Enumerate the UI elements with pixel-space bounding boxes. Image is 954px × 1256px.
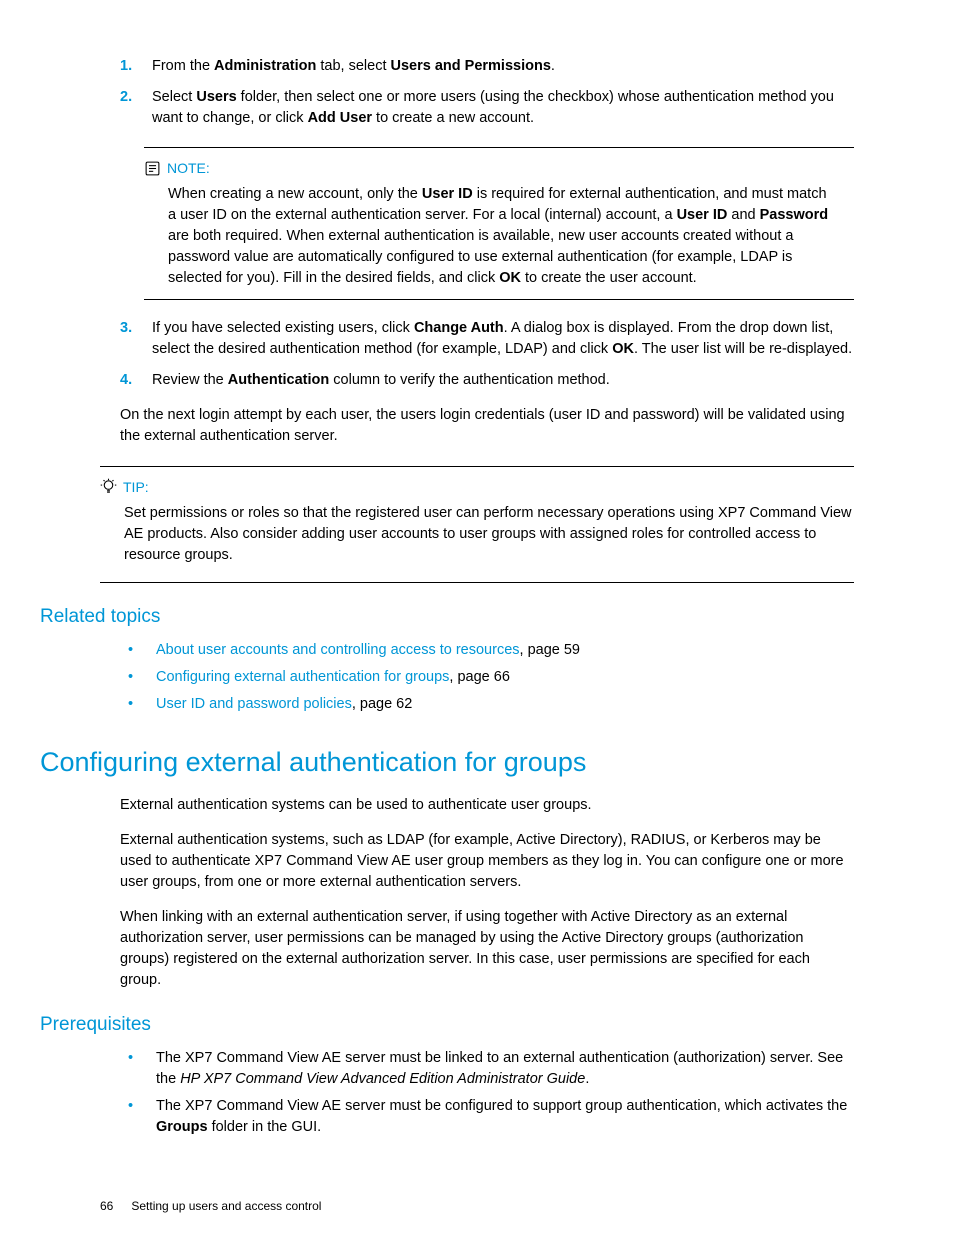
note-body: When creating a new account, only the Us… <box>144 184 834 289</box>
step-text: Review the Authentication column to veri… <box>152 370 854 391</box>
related-topics-list: • About user accounts and controlling ac… <box>100 640 854 715</box>
bullet-icon: • <box>120 694 156 715</box>
bullet-icon: • <box>120 667 156 688</box>
document-page: 1. From the Administration tab, select U… <box>0 0 954 1256</box>
related-item: • Configuring external authentication fo… <box>120 667 854 688</box>
step-text: Select Users folder, then select one or … <box>152 87 854 129</box>
step-1: 1. From the Administration tab, select U… <box>120 56 854 77</box>
prerequisites-list: • The XP7 Command View AE server must be… <box>100 1048 854 1138</box>
step-number: 1. <box>120 56 152 77</box>
step-4: 4. Review the Authentication column to v… <box>120 370 854 391</box>
related-item: • User ID and password policies, page 62 <box>120 694 854 715</box>
step-number: 3. <box>120 318 152 360</box>
related-link[interactable]: User ID and password policies <box>156 696 352 712</box>
after-steps-paragraph: On the next login attempt by each user, … <box>120 405 854 447</box>
procedure-steps-continued: 3. If you have selected existing users, … <box>120 318 854 391</box>
related-link[interactable]: About user accounts and controlling acce… <box>156 642 520 658</box>
related-topics-heading: Related topics <box>40 603 854 631</box>
note-callout: NOTE: When creating a new account, only … <box>144 147 854 300</box>
note-header: NOTE: <box>144 158 834 178</box>
procedure-steps: 1. From the Administration tab, select U… <box>120 56 854 129</box>
bullet-icon: • <box>120 1096 156 1138</box>
prereq-item: • The XP7 Command View AE server must be… <box>120 1048 854 1090</box>
section-body: External authentication systems can be u… <box>100 795 854 991</box>
step-text: From the Administration tab, select User… <box>152 56 854 77</box>
tip-label: TIP: <box>123 477 149 497</box>
related-link[interactable]: Configuring external authentication for … <box>156 669 449 685</box>
tip-callout: TIP: Set permissions or roles so that th… <box>100 466 854 583</box>
section-title: Configuring external authentication for … <box>40 743 854 782</box>
note-label: NOTE: <box>167 158 210 178</box>
content-block: 1. From the Administration tab, select U… <box>100 56 854 448</box>
section-paragraph: External authentication systems, such as… <box>120 830 854 893</box>
step-2: 2. Select Users folder, then select one … <box>120 87 854 129</box>
step-text: If you have selected existing users, cli… <box>152 318 854 360</box>
bullet-icon: • <box>120 1048 156 1090</box>
step-3: 3. If you have selected existing users, … <box>120 318 854 360</box>
section-paragraph: When linking with an external authentica… <box>120 907 854 991</box>
section-paragraph: External authentication systems can be u… <box>120 795 854 816</box>
page-number: 66 <box>100 1198 113 1215</box>
note-icon <box>144 160 161 177</box>
tip-header: TIP: <box>100 477 854 497</box>
prereq-item: • The XP7 Command View AE server must be… <box>120 1096 854 1138</box>
chapter-name: Setting up users and access control <box>131 1198 321 1215</box>
tip-body: Set permissions or roles so that the reg… <box>100 503 854 566</box>
bullet-icon: • <box>120 640 156 661</box>
step-number: 2. <box>120 87 152 129</box>
related-item: • About user accounts and controlling ac… <box>120 640 854 661</box>
step-number: 4. <box>120 370 152 391</box>
page-footer: 66 Setting up users and access control <box>100 1198 854 1215</box>
prerequisites-heading: Prerequisites <box>40 1011 854 1039</box>
tip-icon <box>100 478 117 495</box>
